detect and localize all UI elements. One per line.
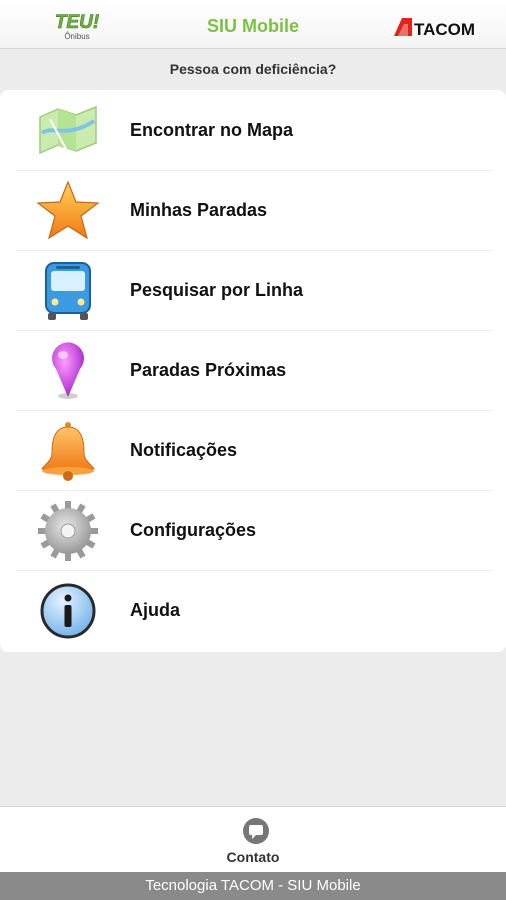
menu-item-search-by-line[interactable]: Pesquisar por Linha (16, 250, 492, 331)
menu-item-my-stops[interactable]: Minhas Paradas (16, 170, 492, 251)
menu-item-help[interactable]: Ajuda (16, 570, 492, 650)
menu-item-label: Paradas Próximas (130, 360, 287, 380)
footer: Contato (0, 806, 506, 873)
menu-item-nearby-stops[interactable]: Paradas Próximas (16, 330, 492, 411)
menu-item-label: Ajuda (130, 600, 181, 620)
bus-icon (45, 262, 91, 320)
star-icon (36, 180, 100, 240)
menu-item-notifications[interactable]: Notificações (16, 410, 492, 491)
contact-button[interactable]: Contato (0, 849, 506, 865)
gear-icon (38, 501, 98, 561)
svg-text:TACOM: TACOM (414, 20, 475, 38)
menu-item-label: Minhas Paradas (130, 200, 268, 220)
location-pin-icon (52, 342, 84, 399)
main-menu: Encontrar no Mapa Minhas Paradas Pesquis… (0, 90, 506, 652)
menu-item-label: Encontrar no Mapa (130, 120, 294, 140)
accessibility-link[interactable]: Pessoa com deficiência? (0, 61, 506, 77)
menu-item-find-on-map[interactable]: Encontrar no Mapa (16, 90, 492, 171)
bell-icon (41, 422, 95, 481)
app-header: TEU! Ônibus SIU Mobile TACOM (0, 0, 506, 49)
info-icon (40, 583, 96, 639)
chat-bubble-icon[interactable] (242, 817, 270, 845)
menu-item-settings[interactable]: Configurações (16, 490, 492, 571)
menu-item-label: Configurações (130, 520, 257, 540)
footer-credits: Tecnologia TACOM - SIU Mobile (0, 872, 506, 900)
tacom-logo: TACOM (394, 18, 475, 38)
menu-item-label: Notificações (130, 440, 238, 460)
map-icon (39, 105, 97, 155)
menu-item-label: Pesquisar por Linha (130, 280, 304, 300)
